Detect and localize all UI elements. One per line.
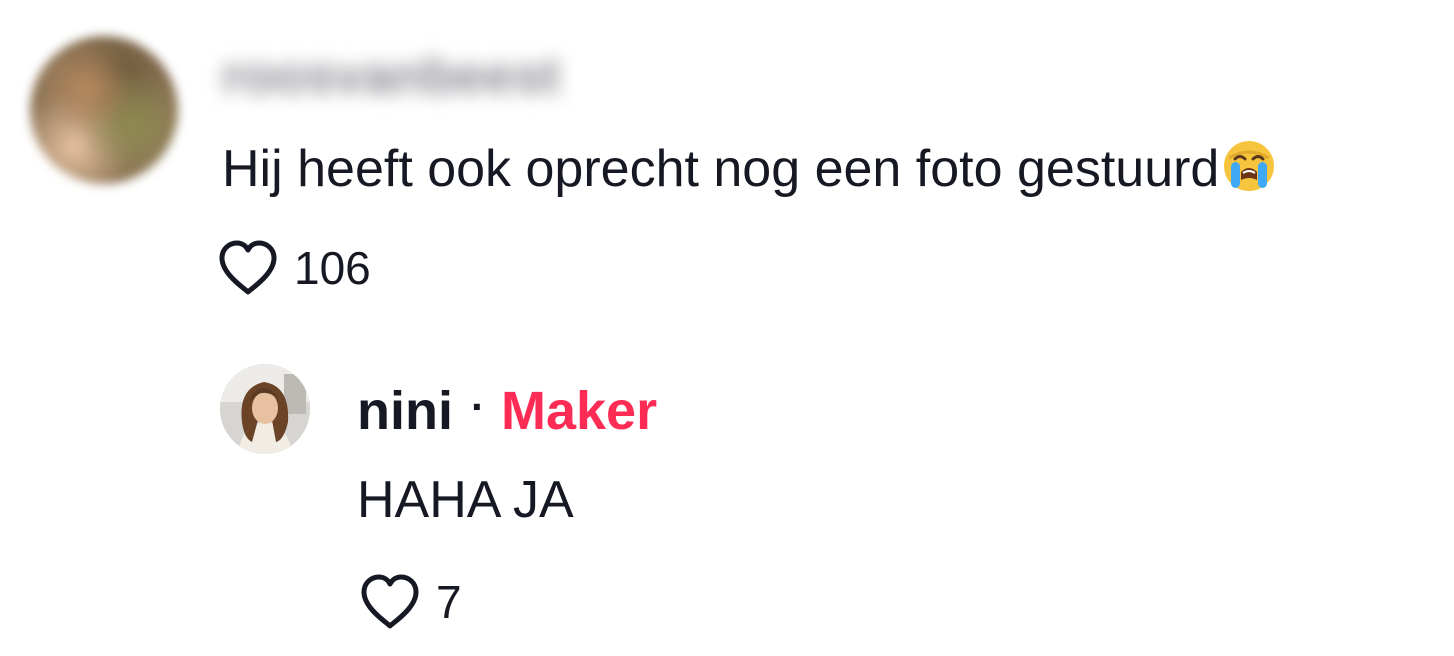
reply-like-count: 7 xyxy=(436,576,462,628)
creator-badge: Maker xyxy=(500,381,658,441)
reply-separator: · xyxy=(470,383,485,430)
loudly-crying-face-icon xyxy=(1224,141,1275,191)
heart-outline-icon[interactable] xyxy=(216,238,280,298)
comment-like-button[interactable]: 106 xyxy=(216,238,371,298)
reply-username[interactable]: nini xyxy=(357,380,453,442)
comment-like-count: 106 xyxy=(294,242,371,294)
heart-outline-icon[interactable] xyxy=(358,572,422,632)
reply-like-button[interactable]: 7 xyxy=(358,572,462,632)
commenter-username[interactable]: roosvanbeest xyxy=(222,50,640,102)
reply-avatar[interactable] xyxy=(220,364,310,454)
commenter-avatar[interactable] xyxy=(30,36,178,184)
reply-text: HAHA JA xyxy=(357,471,574,529)
comment-thread: roosvanbeest Hij heeft ook oprecht nog e… xyxy=(0,0,1454,656)
reply-avatar-image xyxy=(220,364,310,454)
comment-body: Hij heeft ook oprecht nog een foto gestu… xyxy=(222,138,1277,199)
comment-text: Hij heeft ook oprecht nog een foto gestu… xyxy=(222,140,1220,198)
reply-header: nini · Maker xyxy=(357,380,657,442)
